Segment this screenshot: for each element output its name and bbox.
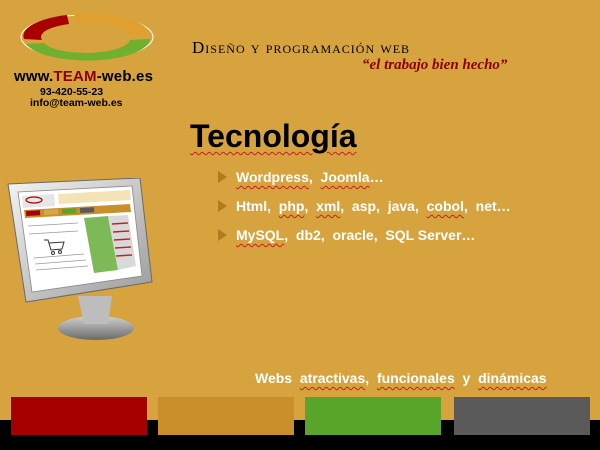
- item-text: MySQL: [236, 227, 285, 243]
- color-bar-gold: [158, 397, 294, 435]
- tagline-text: y: [454, 370, 479, 386]
- team-web-logo: [20, 13, 154, 61]
- page-title: Tecnología: [190, 118, 357, 154]
- logo-url: www.TEAM-web.es: [14, 68, 164, 85]
- item-text: ,: [304, 198, 317, 214]
- item-text: , net…: [463, 198, 511, 214]
- item-text: Joomla: [320, 169, 370, 185]
- bullet-arrow-icon: [218, 171, 227, 183]
- item-text: , db2, oracle, SQL Server…: [284, 227, 476, 243]
- color-bar-gray: [454, 397, 590, 435]
- tagline-text: dinámicas: [478, 370, 547, 386]
- logo-url-brand: TEAM: [53, 68, 97, 85]
- item-text: php: [278, 198, 305, 214]
- logo-email: info@team-web.es: [30, 97, 123, 109]
- item-text: Wordpress: [236, 169, 309, 185]
- list-item: Wordpress, Joomla…: [216, 167, 511, 196]
- item-text: ,: [308, 169, 321, 185]
- list-item: MySQL, db2, oracle, SQL Server…: [216, 225, 511, 254]
- slide: www.TEAM-web.es 93-420-55-23 info@team-w…: [0, 0, 600, 450]
- tagline-text: ,: [365, 370, 377, 386]
- color-bar-green: [305, 397, 441, 435]
- item-text: cobol: [426, 198, 464, 214]
- bullet-arrow-icon: [218, 200, 227, 212]
- item-text: Html,: [236, 198, 279, 214]
- technology-list: Wordpress, Joomla… Html, php, xml, asp, …: [216, 167, 511, 254]
- item-text: xml: [316, 198, 341, 214]
- item-text: , asp, java,: [340, 198, 427, 214]
- bullet-arrow-icon: [218, 229, 227, 241]
- header-title: Diseño y programación web: [192, 38, 411, 57]
- tagline-text: Webs: [255, 370, 300, 386]
- tagline-text: atractivas: [299, 370, 366, 386]
- logo-url-suffix: -web.es: [96, 68, 154, 85]
- tagline-text: funcionales: [376, 370, 455, 386]
- item-text: …: [369, 169, 384, 185]
- computer-monitor-illustration: [7, 178, 153, 340]
- list-item: Html, php, xml, asp, java, cobol, net…: [216, 196, 511, 225]
- header-slogan: “el trabajo bien hecho”: [362, 57, 508, 73]
- logo-url-prefix: www.: [14, 68, 54, 85]
- color-bar-red: [11, 397, 147, 435]
- footer-tagline: Webs atractivas, funcionales y dinámicas: [255, 370, 547, 386]
